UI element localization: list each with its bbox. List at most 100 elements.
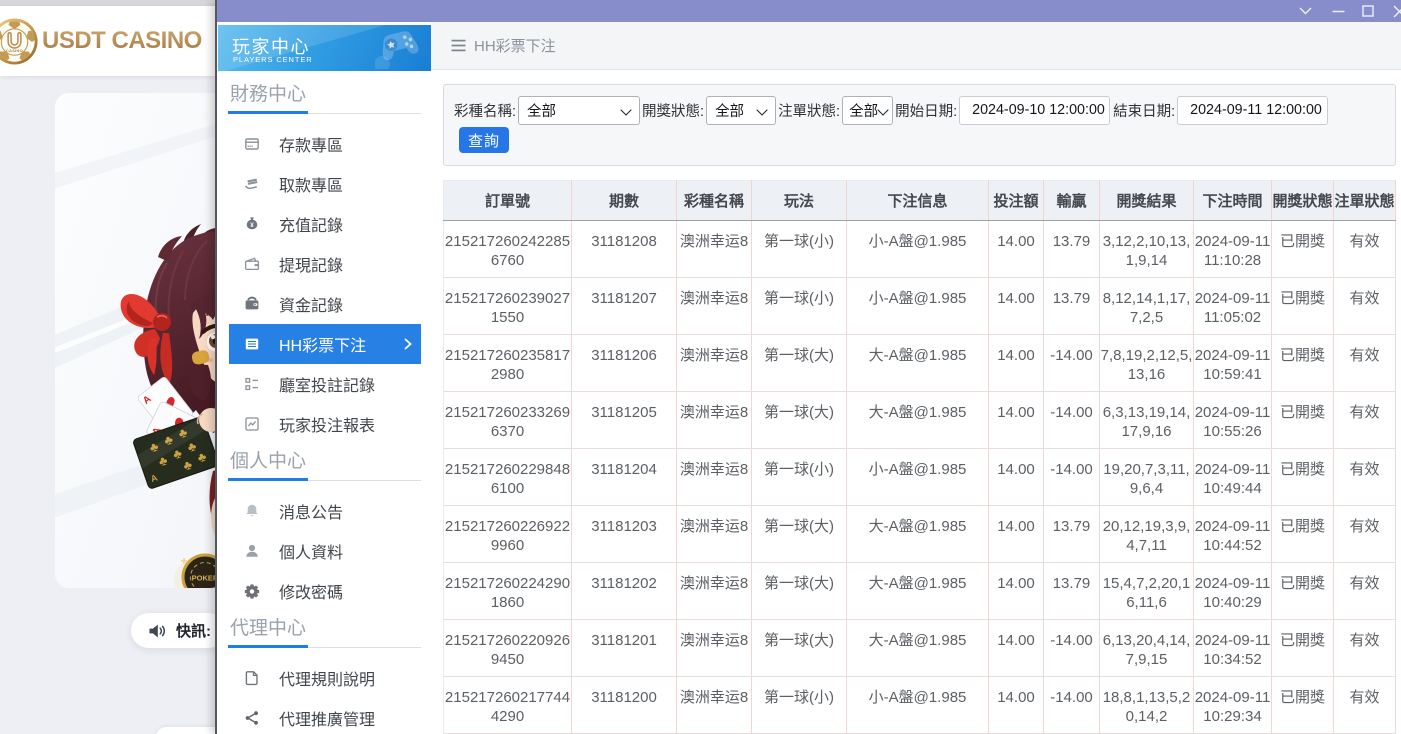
sidebar-item-withdrawal-record[interactable]: 提現記錄 <box>229 244 421 284</box>
column-header: 開獎狀態 <box>1272 181 1334 221</box>
sidebar-item-label: HH彩票下注 <box>279 332 366 356</box>
table-cell: 小-A盤@1.985 <box>847 677 989 734</box>
sidebar-section-finance: 財務中心 存款專區 取款專區 ¥ 充值記錄 提現記錄 資金記錄 HH彩票下注 廳… <box>217 83 431 444</box>
table-cell: 3,12,2,10,13,1,9,14 <box>1100 221 1194 278</box>
sidebar-item-funds-record[interactable]: 資金記錄 <box>229 284 421 324</box>
sidebar-item-recharge-record[interactable]: ¥ 充值記錄 <box>229 204 421 244</box>
table-cell: 大-A盤@1.985 <box>847 620 989 677</box>
end-date-input[interactable] <box>1177 96 1328 125</box>
table-cell: 2152172602177444290 <box>444 677 572 734</box>
table-cell: 第一球(小) <box>752 278 847 335</box>
draw-status-select[interactable]: 全部 <box>706 96 776 125</box>
table-row: 215217260220926945031181201澳洲幸运8第一球(大)大-… <box>444 620 1396 677</box>
column-header: 開獎結果 <box>1100 181 1194 221</box>
sidebar-item-notice[interactable]: 消息公告 <box>229 491 421 531</box>
withdraw-icon <box>244 176 260 192</box>
table-cell: 31181203 <box>572 506 677 563</box>
table-cell: 第一球(大) <box>752 506 847 563</box>
section-underline <box>228 111 421 114</box>
table-cell: -14.00 <box>1044 335 1100 392</box>
sidebar-item-agent-promotion[interactable]: 代理推廣管理 <box>229 698 421 734</box>
table-cell: 31181205 <box>572 392 677 449</box>
funds-record-icon <box>244 296 260 312</box>
table-cell: 有效 <box>1334 506 1396 563</box>
content-area: 彩種名稱: 全部 開獎狀態: 全部 注單狀態: 全部 開始日期: 結束日期: 查… <box>431 70 1401 734</box>
casino-girl-illustration: A A ♣♣♣ ♣♣♣ ♣♣ A POKER <box>55 93 225 588</box>
lottery-bets-icon <box>244 336 260 352</box>
table-cell: 2024-09-11 10:55:26 <box>1194 392 1272 449</box>
lottery-name-select[interactable]: 全部 <box>518 96 640 125</box>
sidebar-item-room-bets[interactable]: 廳室投註記錄 <box>229 364 421 404</box>
table-cell: 31181206 <box>572 335 677 392</box>
window-maximize-button[interactable] <box>1357 0 1379 22</box>
table-cell: 澳洲幸运8 <box>677 392 752 449</box>
sidebar-item-password[interactable]: 修改密碼 <box>229 571 421 611</box>
sidebar-item-bet-report[interactable]: 玩家投注報表 <box>229 404 421 444</box>
sidebar-item-withdraw[interactable]: 取款專區 <box>229 164 421 204</box>
column-header: 下注時間 <box>1194 181 1272 221</box>
column-header: 期數 <box>572 181 677 221</box>
sidebar-item-label: 消息公告 <box>279 499 343 523</box>
table-cell: 大-A盤@1.985 <box>847 392 989 449</box>
sidebar-item-label: 充值記錄 <box>279 212 343 236</box>
bets-table: 訂單號期數彩種名稱玩法下注信息投注額輸贏開獎結果下注時間開獎狀態注單狀態 215… <box>443 180 1396 734</box>
deposit-icon <box>244 136 260 152</box>
table-cell: 有效 <box>1334 563 1396 620</box>
table-cell: 有效 <box>1334 620 1396 677</box>
table-cell: 第一球(大) <box>752 335 847 392</box>
window-close-button[interactable] <box>1388 0 1401 22</box>
column-header: 下注信息 <box>847 181 989 221</box>
sidebar-section-title: 財務中心 <box>230 83 421 107</box>
table-cell: 14.00 <box>989 221 1044 278</box>
table-cell: 14.00 <box>989 278 1044 335</box>
draw-status-value: 全部 <box>715 100 744 121</box>
window-titlebar <box>217 0 1401 22</box>
window-chevron-down-button[interactable] <box>1294 0 1316 22</box>
window-minimize-button[interactable] <box>1327 0 1349 22</box>
hamburger-menu-icon[interactable] <box>451 39 466 52</box>
lottery-name-value: 全部 <box>527 100 556 121</box>
table-row: 215217260239027155031181207澳洲幸运8第一球(小)小-… <box>444 278 1396 335</box>
table-cell: 31181201 <box>572 620 677 677</box>
sidebar-banner: 玩家中心 PLAYERS CENTER <box>218 25 431 71</box>
table-cell: -14.00 <box>1044 449 1100 506</box>
table-cell: 2024-09-11 10:40:29 <box>1194 563 1272 620</box>
table-cell: 第一球(小) <box>752 221 847 278</box>
search-button[interactable]: 查詢 <box>459 127 509 153</box>
sidebar-item-lottery-bets[interactable]: HH彩票下注 <box>229 324 421 364</box>
page-title: HH彩票下注 <box>474 35 556 56</box>
table-cell: 澳洲幸运8 <box>677 278 752 335</box>
table-cell: 6,13,20,4,14,7,9,15 <box>1100 620 1194 677</box>
withdrawal-record-icon <box>244 256 260 272</box>
recharge-record-icon: ¥ <box>244 216 260 232</box>
table-cell: 有效 <box>1334 677 1396 734</box>
table-row: 215217260233269637031181205澳洲幸运8第一球(大)大-… <box>444 392 1396 449</box>
sidebar-item-agent-rules[interactable]: 代理規則說明 <box>229 658 421 698</box>
site-logo[interactable]: CASINO USDT CASINO <box>0 18 202 64</box>
table-cell: 2024-09-11 10:59:41 <box>1194 335 1272 392</box>
column-header: 投注額 <box>989 181 1044 221</box>
table-cell: 2152172602242901860 <box>444 563 572 620</box>
table-cell: 14.00 <box>989 335 1044 392</box>
news-marquee-pill: 快訊: <box>131 613 226 648</box>
table-cell: 14.00 <box>989 392 1044 449</box>
start-date-input[interactable] <box>959 96 1110 125</box>
chevron-right-icon <box>404 338 412 350</box>
sidebar-item-deposit[interactable]: 存款專區 <box>229 124 421 164</box>
table-row: 215217260235817298031181206澳洲幸运8第一球(大)大-… <box>444 335 1396 392</box>
sidebar-item-label: 資金記錄 <box>279 292 343 316</box>
password-icon <box>244 583 260 599</box>
table-cell: 14.00 <box>989 563 1044 620</box>
lottery-name-label: 彩種名稱: <box>454 100 516 121</box>
sidebar-section-personal: 個人中心 消息公告 個人資料 修改密碼 <box>217 450 431 611</box>
table-cell: 6,3,13,19,14,17,9,16 <box>1100 392 1194 449</box>
svg-text:CASINO: CASINO <box>6 48 23 53</box>
order-status-select[interactable]: 全部 <box>842 96 893 125</box>
order-status-value: 全部 <box>849 100 878 121</box>
table-cell: 20,12,19,3,9,4,7,11 <box>1100 506 1194 563</box>
speaker-icon <box>148 623 166 639</box>
bet-report-icon <box>244 416 260 432</box>
sidebar-item-profile[interactable]: 個人資料 <box>229 531 421 571</box>
table-row: 215217260224290186031181202澳洲幸运8第一球(大)大-… <box>444 563 1396 620</box>
table-cell: 8,12,14,1,17,7,2,5 <box>1100 278 1194 335</box>
